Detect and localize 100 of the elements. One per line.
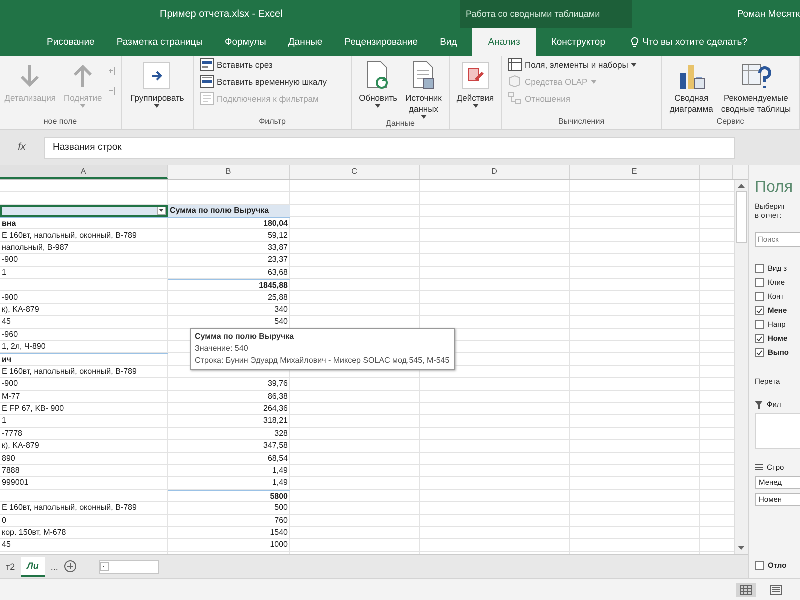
tell-me-field[interactable]: Что вы хотите сделать? — [616, 28, 748, 56]
relations-icon — [508, 92, 522, 105]
ribbon-button[interactable]: Обновить — [357, 60, 400, 119]
column-header[interactable]: D — [492, 167, 498, 176]
sheet-tab[interactable]: Ли — [21, 556, 45, 577]
checkbox[interactable] — [755, 320, 764, 329]
column-header[interactable]: A — [80, 167, 86, 176]
checkbox[interactable] — [755, 348, 764, 357]
group-label: Вычисления — [558, 117, 605, 126]
table-cell-text: 318,21 — [262, 415, 289, 428]
checkbox[interactable] — [755, 334, 764, 343]
table-cell: вна — [0, 217, 168, 230]
table-cell-text: к), KA-879 — [1, 304, 40, 316]
ribbon-button[interactable]: Действия — [454, 60, 496, 117]
table-cell-text: -900 — [1, 378, 20, 390]
scroll-thumb[interactable] — [736, 191, 747, 243]
ribbon-tab[interactable]: Рисование — [36, 28, 106, 56]
table-cell-text: 45 — [1, 316, 12, 328]
table-cell-text: 25,88 — [266, 292, 289, 304]
table-cell-text: 1,49 — [271, 477, 289, 490]
column-header[interactable]: C — [352, 167, 358, 176]
table-cell-text: 1,49 — [271, 464, 289, 477]
table-cell-text: 890 — [1, 452, 16, 465]
formula-field[interactable]: Названия строк — [44, 136, 735, 158]
ribbon-button[interactable]: Сводная диаграмма — [668, 60, 716, 117]
more-sheets[interactable]: ... — [44, 562, 64, 572]
column-header[interactable]: E — [632, 167, 638, 176]
normal-view-icon[interactable] — [736, 582, 756, 596]
expand-field-icon[interactable] — [108, 66, 118, 76]
table-cell-text: 0 — [1, 514, 8, 527]
ribbon-button[interactable]: Источник данных — [404, 60, 444, 119]
pane-title: Поля — [755, 179, 794, 197]
ribbon-tab[interactable]: Рецензирование — [334, 28, 430, 56]
rows-icon — [755, 464, 763, 471]
ribbon-button[interactable]: Вставить временную шкалу — [200, 74, 327, 89]
table-cell: Сумма по полю Выручка — [168, 204, 290, 218]
actions-icon — [462, 62, 490, 90]
table-cell-text: 264,36 — [262, 403, 289, 416]
user-name[interactable]: Роман Месятк — [737, 8, 800, 20]
table-cell-text: -960 — [1, 328, 20, 341]
ribbon-tab[interactable]: Данные — [277, 28, 334, 56]
table-cell-text: 1540 — [269, 526, 289, 539]
tooltip-line: Значение: 540 — [195, 343, 250, 355]
table-cell-text: 39,76 — [266, 378, 289, 390]
collapse-field-icon[interactable] — [108, 86, 118, 96]
ribbon-tab[interactable]: Вид — [429, 28, 468, 56]
table-cell-text: 63,68 — [266, 266, 289, 279]
table-cell-text: -900 — [1, 254, 20, 266]
table-cell-text: 1 — [1, 266, 8, 279]
table-cell-text: напольный, B-987 — [1, 242, 70, 254]
table-cell-text: 500 — [274, 502, 289, 514]
table-cell-text: 328 — [274, 428, 289, 440]
horizontal-scrollbar[interactable] — [99, 560, 160, 574]
ribbon-tab[interactable]: Конструктор — [540, 28, 616, 56]
table-cell-text: M-77 — [1, 390, 22, 403]
table-cell-text: 33,87 — [266, 242, 289, 254]
table-cell-text: 1, 2л, Ч-890 — [1, 341, 47, 354]
group-label: Фильтр — [259, 117, 286, 126]
checkbox[interactable] — [755, 306, 764, 315]
table-cell-text: -7778 — [1, 428, 24, 440]
tooltip-line: Строка: Бунин Эдуард Михайлович - Миксер SOLAC мод.545, M-545 — [195, 355, 450, 367]
table-cell-text: E FP 67, KB- 900 — [1, 403, 66, 416]
data-source-icon — [412, 61, 436, 91]
scroll-up-icon[interactable] — [738, 183, 745, 189]
window-title: Пример отчета.xlsx - Excel — [160, 8, 283, 20]
checkbox[interactable] — [755, 278, 764, 287]
context-title: Работа со сводными таблицами — [466, 9, 600, 19]
ribbon-tab[interactable]: Разметка страницы — [106, 28, 214, 56]
table-cell-text: 59,12 — [266, 230, 289, 242]
filter-dropdown-icon[interactable] — [157, 206, 166, 216]
group-label: ное поле — [44, 117, 78, 126]
function-button[interactable]: fx — [0, 142, 44, 153]
add-sheet-icon[interactable] — [64, 560, 78, 574]
table-cell-text: 347,58 — [262, 440, 289, 452]
table-cell-text: 340 — [274, 304, 289, 316]
ribbon-tab[interactable]: Анализ — [472, 28, 536, 56]
ribbon-button[interactable]: Рекомендуемые сводные таблицы — [719, 60, 794, 117]
table-cell-text: 540 — [274, 316, 289, 328]
ribbon-button[interactable]: Группировать — [128, 60, 186, 117]
group-label: Данные — [386, 119, 415, 128]
table-cell[interactable] — [0, 204, 168, 218]
checkbox[interactable] — [755, 264, 764, 273]
table-cell: ич — [0, 353, 168, 366]
ribbon-tab[interactable]: Формулы — [214, 28, 278, 56]
checkbox[interactable] — [755, 292, 764, 301]
table-cell-text: E 160вт, напольный, оконный, B-789 — [1, 366, 138, 378]
checkbox[interactable] — [755, 561, 764, 570]
connections-icon — [200, 92, 214, 105]
timeline-icon — [200, 75, 214, 88]
ribbon-button[interactable]: Вставить срез — [200, 57, 273, 72]
table-cell-text: 68,54 — [266, 452, 289, 465]
column-header[interactable]: B — [226, 167, 232, 176]
scroll-down-icon[interactable] — [738, 545, 745, 552]
table-cell-text: E 160вт, напольный, оконный, B-789 — [1, 230, 138, 242]
sheet-tab[interactable]: т2 — [0, 558, 22, 576]
filter-icon — [755, 400, 763, 408]
table-cell-text: E 160вт, напольный, оконный, B-789 — [1, 502, 138, 514]
ribbon-button[interactable]: Поля, элементы и наборы — [508, 57, 638, 72]
table-cell-text: 86,38 — [266, 390, 289, 403]
table-cell-text: 45 — [1, 539, 12, 552]
